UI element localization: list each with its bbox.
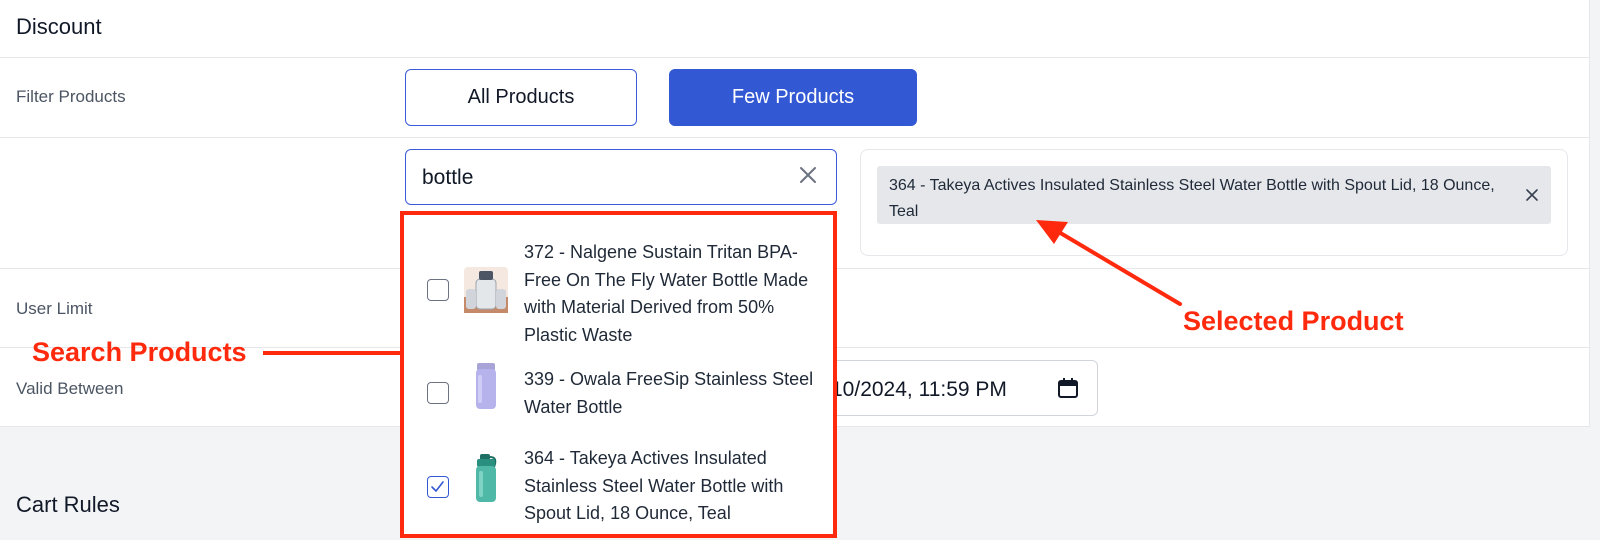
annotation-arrow: [1036, 220, 1182, 306]
divider: [0, 137, 1589, 138]
bottle-thumbnail-image: [464, 267, 508, 313]
selected-product-annotation: Selected Product: [1183, 306, 1404, 336]
result-label: 364 - Takeya Actives Insulated Stainless…: [524, 448, 784, 523]
annotation-connector: [263, 351, 401, 355]
few-products-button[interactable]: Few Products: [669, 69, 917, 126]
section-title-cart-rules: Cart Rules: [16, 492, 120, 517]
search-input-value: bottle: [422, 166, 474, 189]
calendar-icon[interactable]: [1057, 377, 1079, 399]
search-results-dropdown: 372 - Nalgene Sustain Tritan BPA-Free On…: [400, 211, 837, 538]
filter-products-label: Filter Products: [16, 87, 126, 106]
search-result-item[interactable]: 339 - Owala FreeSip Stainless Steel Wate…: [404, 345, 833, 435]
result-checkbox[interactable]: [427, 279, 449, 301]
result-label: 372 - Nalgene Sustain Tritan BPA-Free On…: [524, 242, 809, 345]
valid-between-label: Valid Between: [16, 379, 124, 398]
checkmark-icon: [431, 481, 444, 492]
result-label: 339 - Owala FreeSip Stainless Steel Wate…: [524, 369, 814, 417]
remove-chip-icon[interactable]: [1523, 186, 1541, 204]
selected-product-label: 364 - Takeya Actives Insulated Stainless…: [889, 177, 1495, 220]
search-products-annotation: Search Products: [32, 337, 247, 367]
product-search-input[interactable]: bottle: [405, 149, 837, 205]
result-checkbox[interactable]: [427, 382, 449, 404]
valid-end-date-value: 10/2024, 11:59 PM: [831, 378, 1007, 401]
user-limit-label: User Limit: [16, 299, 93, 318]
selected-products-box: 364 - Takeya Actives Insulated Stainless…: [860, 149, 1568, 256]
section-title-discount: Discount: [16, 14, 102, 39]
search-result-item[interactable]: 364 - Takeya Actives Insulated Stainless…: [404, 435, 833, 538]
valid-end-date-input[interactable]: 10/2024, 11:59 PM: [800, 360, 1098, 416]
bottle-thumbnail-image: [476, 363, 496, 409]
search-result-item[interactable]: 372 - Nalgene Sustain Tritan BPA-Free On…: [404, 215, 833, 345]
divider: [0, 57, 1589, 58]
selected-product-chip: 364 - Takeya Actives Insulated Stainless…: [877, 166, 1551, 224]
result-checkbox[interactable]: [427, 476, 449, 498]
close-icon[interactable]: [796, 163, 820, 187]
all-products-button[interactable]: All Products: [405, 69, 637, 126]
bottle-thumbnail-image: [476, 454, 497, 502]
